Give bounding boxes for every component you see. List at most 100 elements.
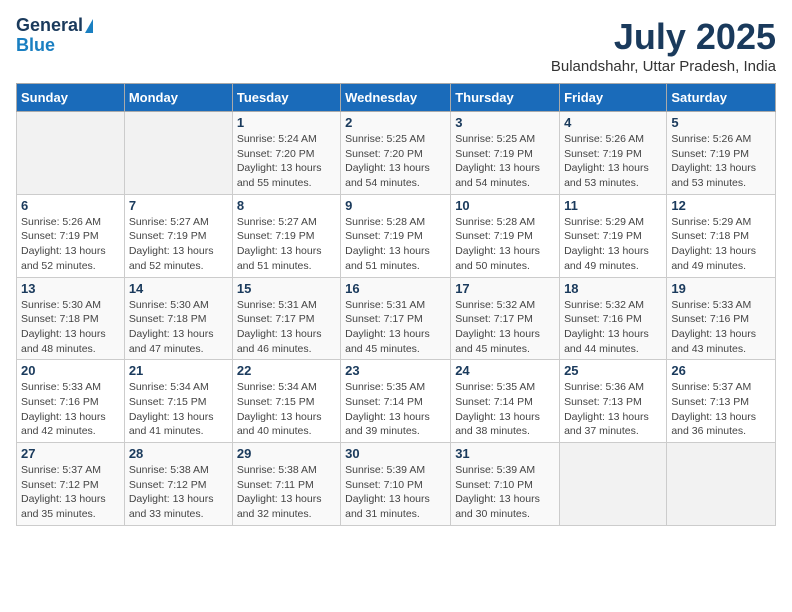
day-info: Sunrise: 5:31 AM Sunset: 7:17 PM Dayligh… [345, 298, 446, 357]
location: Bulandshahr, Uttar Pradesh, India [551, 58, 776, 75]
day-number: 27 [21, 446, 120, 461]
calendar-cell: 15 Sunrise: 5:31 AM Sunset: 7:17 PM Dayli… [232, 277, 340, 360]
day-info: Sunrise: 5:35 AM Sunset: 7:14 PM Dayligh… [345, 380, 446, 439]
day-info: Sunrise: 5:37 AM Sunset: 7:13 PM Dayligh… [671, 380, 771, 439]
calendar-cell [17, 112, 125, 195]
calendar-week-row: 13 Sunrise: 5:30 AM Sunset: 7:18 PM Dayli… [17, 277, 776, 360]
calendar-cell: 26 Sunrise: 5:37 AM Sunset: 7:13 PM Dayli… [667, 360, 776, 443]
day-info: Sunrise: 5:35 AM Sunset: 7:14 PM Dayligh… [455, 380, 555, 439]
logo-triangle-icon [85, 19, 93, 33]
calendar-cell [667, 443, 776, 526]
weekday-header-wednesday: Wednesday [341, 84, 451, 112]
calendar-cell: 7 Sunrise: 5:27 AM Sunset: 7:19 PM Daylig… [124, 194, 232, 277]
day-info: Sunrise: 5:33 AM Sunset: 7:16 PM Dayligh… [21, 380, 120, 439]
day-info: Sunrise: 5:31 AM Sunset: 7:17 PM Dayligh… [237, 298, 336, 357]
day-number: 7 [129, 198, 228, 213]
calendar-cell: 28 Sunrise: 5:38 AM Sunset: 7:12 PM Dayli… [124, 443, 232, 526]
day-info: Sunrise: 5:39 AM Sunset: 7:10 PM Dayligh… [455, 463, 555, 522]
logo-general: General [16, 16, 83, 36]
day-number: 30 [345, 446, 446, 461]
day-info: Sunrise: 5:39 AM Sunset: 7:10 PM Dayligh… [345, 463, 446, 522]
calendar-cell: 12Sunrise: 5:29 AM Sunset: 7:18 PM Dayli… [667, 194, 776, 277]
calendar-cell: 18Sunrise: 5:32 AM Sunset: 7:16 PM Dayli… [560, 277, 667, 360]
day-number: 24 [455, 363, 555, 378]
day-info: Sunrise: 5:25 AM Sunset: 7:20 PM Dayligh… [345, 132, 446, 191]
day-number: 6 [21, 198, 120, 213]
day-number: 5 [671, 115, 771, 130]
day-number: 16 [345, 281, 446, 296]
day-number: 26 [671, 363, 771, 378]
day-number: 20 [21, 363, 120, 378]
day-number: 31 [455, 446, 555, 461]
day-info: Sunrise: 5:28 AM Sunset: 7:19 PM Dayligh… [455, 215, 555, 274]
day-info: Sunrise: 5:33 AM Sunset: 7:16 PM Dayligh… [671, 298, 771, 357]
day-number: 21 [129, 363, 228, 378]
day-info: Sunrise: 5:34 AM Sunset: 7:15 PM Dayligh… [237, 380, 336, 439]
day-info: Sunrise: 5:27 AM Sunset: 7:19 PM Dayligh… [237, 215, 336, 274]
weekday-header-monday: Monday [124, 84, 232, 112]
calendar-cell: 21 Sunrise: 5:34 AM Sunset: 7:15 PM Dayli… [124, 360, 232, 443]
weekday-header-thursday: Thursday [451, 84, 560, 112]
day-info: Sunrise: 5:26 AM Sunset: 7:19 PM Dayligh… [671, 132, 771, 191]
calendar-cell: 19 Sunrise: 5:33 AM Sunset: 7:16 PM Dayli… [667, 277, 776, 360]
calendar-cell: 31 Sunrise: 5:39 AM Sunset: 7:10 PM Dayli… [451, 443, 560, 526]
calendar-cell: 16 Sunrise: 5:31 AM Sunset: 7:17 PM Dayli… [341, 277, 451, 360]
weekday-header-tuesday: Tuesday [232, 84, 340, 112]
day-info: Sunrise: 5:37 AM Sunset: 7:12 PM Dayligh… [21, 463, 120, 522]
weekday-header-saturday: Saturday [667, 84, 776, 112]
day-number: 11 [564, 198, 662, 213]
calendar-cell: 4Sunrise: 5:26 AM Sunset: 7:19 PM Daylig… [560, 112, 667, 195]
calendar-cell: 10 Sunrise: 5:28 AM Sunset: 7:19 PM Dayli… [451, 194, 560, 277]
calendar-cell: 17Sunrise: 5:32 AM Sunset: 7:17 PM Dayli… [451, 277, 560, 360]
day-info: Sunrise: 5:24 AM Sunset: 7:20 PM Dayligh… [237, 132, 336, 191]
day-info: Sunrise: 5:26 AM Sunset: 7:19 PM Dayligh… [21, 215, 120, 274]
day-number: 3 [455, 115, 555, 130]
calendar-cell [560, 443, 667, 526]
calendar-week-row: 20 Sunrise: 5:33 AM Sunset: 7:16 PM Dayli… [17, 360, 776, 443]
day-info: Sunrise: 5:25 AM Sunset: 7:19 PM Dayligh… [455, 132, 555, 191]
day-number: 15 [237, 281, 336, 296]
calendar-cell: 1Sunrise: 5:24 AM Sunset: 7:20 PM Daylig… [232, 112, 340, 195]
calendar-table: SundayMondayTuesdayWednesdayThursdayFrid… [16, 83, 776, 526]
calendar-cell: 24 Sunrise: 5:35 AM Sunset: 7:14 PM Dayli… [451, 360, 560, 443]
day-number: 17 [455, 281, 555, 296]
day-number: 28 [129, 446, 228, 461]
day-info: Sunrise: 5:26 AM Sunset: 7:19 PM Dayligh… [564, 132, 662, 191]
calendar-cell: 14Sunrise: 5:30 AM Sunset: 7:18 PM Dayli… [124, 277, 232, 360]
calendar-cell: 3 Sunrise: 5:25 AM Sunset: 7:19 PM Daylig… [451, 112, 560, 195]
calendar-week-row: 27 Sunrise: 5:37 AM Sunset: 7:12 PM Dayli… [17, 443, 776, 526]
calendar-cell: 2Sunrise: 5:25 AM Sunset: 7:20 PM Daylig… [341, 112, 451, 195]
day-number: 8 [237, 198, 336, 213]
logo: General Blue [16, 16, 93, 56]
weekday-header-row: SundayMondayTuesdayWednesdayThursdayFrid… [17, 84, 776, 112]
calendar-cell: 25 Sunrise: 5:36 AM Sunset: 7:13 PM Dayli… [560, 360, 667, 443]
day-info: Sunrise: 5:36 AM Sunset: 7:13 PM Dayligh… [564, 380, 662, 439]
title-block: July 2025 Bulandshahr, Uttar Pradesh, In… [551, 16, 776, 75]
calendar-week-row: 1Sunrise: 5:24 AM Sunset: 7:20 PM Daylig… [17, 112, 776, 195]
day-info: Sunrise: 5:30 AM Sunset: 7:18 PM Dayligh… [21, 298, 120, 357]
day-info: Sunrise: 5:29 AM Sunset: 7:19 PM Dayligh… [564, 215, 662, 274]
calendar-cell: 6 Sunrise: 5:26 AM Sunset: 7:19 PM Daylig… [17, 194, 125, 277]
day-number: 13 [21, 281, 120, 296]
day-number: 12 [671, 198, 771, 213]
day-number: 19 [671, 281, 771, 296]
day-info: Sunrise: 5:34 AM Sunset: 7:15 PM Dayligh… [129, 380, 228, 439]
weekday-header-sunday: Sunday [17, 84, 125, 112]
day-info: Sunrise: 5:28 AM Sunset: 7:19 PM Dayligh… [345, 215, 446, 274]
day-number: 14 [129, 281, 228, 296]
day-info: Sunrise: 5:27 AM Sunset: 7:19 PM Dayligh… [129, 215, 228, 274]
day-info: Sunrise: 5:38 AM Sunset: 7:11 PM Dayligh… [237, 463, 336, 522]
calendar-cell: 30 Sunrise: 5:39 AM Sunset: 7:10 PM Dayli… [341, 443, 451, 526]
calendar-cell: 27 Sunrise: 5:37 AM Sunset: 7:12 PM Dayli… [17, 443, 125, 526]
calendar-week-row: 6 Sunrise: 5:26 AM Sunset: 7:19 PM Daylig… [17, 194, 776, 277]
day-number: 10 [455, 198, 555, 213]
calendar-cell: 20 Sunrise: 5:33 AM Sunset: 7:16 PM Dayli… [17, 360, 125, 443]
day-number: 23 [345, 363, 446, 378]
calendar-cell [124, 112, 232, 195]
day-number: 25 [564, 363, 662, 378]
calendar-cell: 8 Sunrise: 5:27 AM Sunset: 7:19 PM Daylig… [232, 194, 340, 277]
day-info: Sunrise: 5:38 AM Sunset: 7:12 PM Dayligh… [129, 463, 228, 522]
day-number: 29 [237, 446, 336, 461]
day-info: Sunrise: 5:32 AM Sunset: 7:16 PM Dayligh… [564, 298, 662, 357]
calendar-cell: 23 Sunrise: 5:35 AM Sunset: 7:14 PM Dayli… [341, 360, 451, 443]
